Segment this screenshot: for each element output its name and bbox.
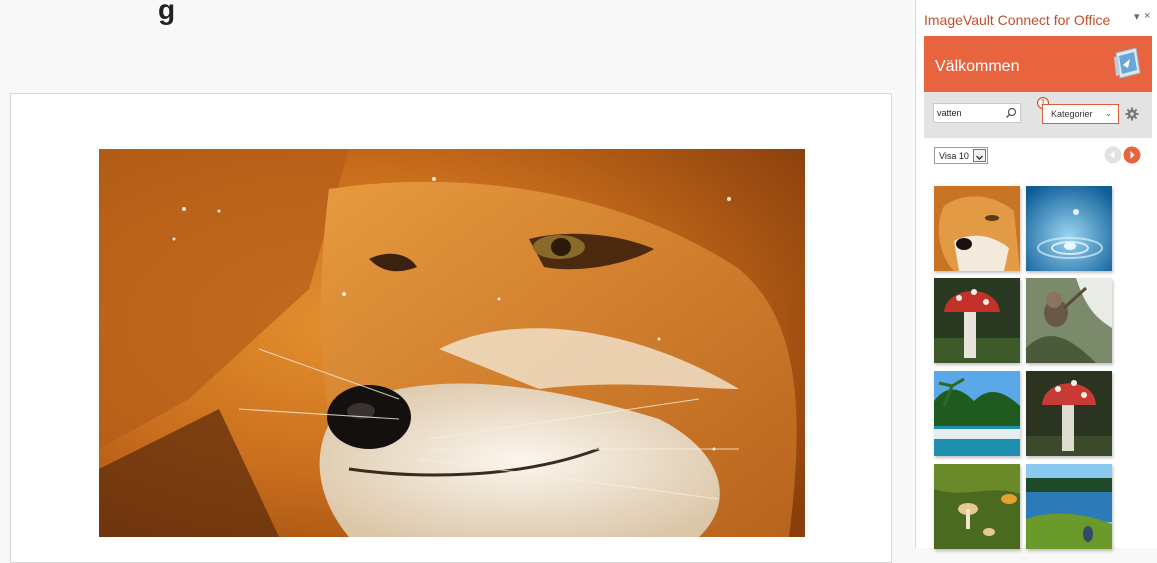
pane-options-icon[interactable]: ▾ [1134, 10, 1140, 23]
thumbnail-small-mushrooms[interactable] [934, 464, 1020, 549]
welcome-text: Välkommen [935, 58, 1020, 75]
document-page[interactable] [10, 93, 892, 563]
pane-header: ImageVault Connect for Office ▾ × [916, 0, 1157, 36]
pane-title: ImageVault Connect for Office [924, 12, 1111, 28]
category-dropdown[interactable]: Kategorier ⌄ [1042, 104, 1119, 124]
page-size-select[interactable]: Visa 10 [934, 147, 988, 164]
document-title-fragment: g [158, 0, 176, 25]
arrow-right-icon[interactable] [1123, 146, 1141, 164]
imagevault-logo-icon [1110, 45, 1144, 81]
thumbnail-red-mushroom[interactable] [934, 278, 1020, 363]
thumbnail-lake-meadow[interactable] [1026, 464, 1112, 549]
thumbnail-fox[interactable] [934, 186, 1020, 271]
fox-image[interactable] [99, 149, 805, 537]
chevron-down-icon: ⌄ [1105, 109, 1112, 118]
search-input[interactable] [937, 106, 997, 120]
gear-icon[interactable] [1125, 107, 1139, 121]
category-label: Kategorier [1051, 109, 1093, 119]
thumbnail-monkey[interactable] [1026, 278, 1112, 363]
page-size-label: Visa 10 [939, 151, 969, 161]
thumbnail-red-mushroom-2[interactable] [1026, 371, 1112, 456]
thumbnail-water-drop[interactable] [1026, 186, 1112, 271]
search-toolbar: 1 Kategorier ⌄ [924, 92, 1152, 138]
arrow-left-icon[interactable] [1104, 146, 1122, 164]
welcome-banner: Välkommen [924, 36, 1152, 92]
thumbnail-palm-beach[interactable] [934, 371, 1020, 456]
search-field[interactable] [933, 103, 1021, 123]
close-icon[interactable]: × [1144, 10, 1150, 22]
chevron-down-icon [973, 149, 986, 162]
search-icon[interactable] [1005, 106, 1017, 118]
